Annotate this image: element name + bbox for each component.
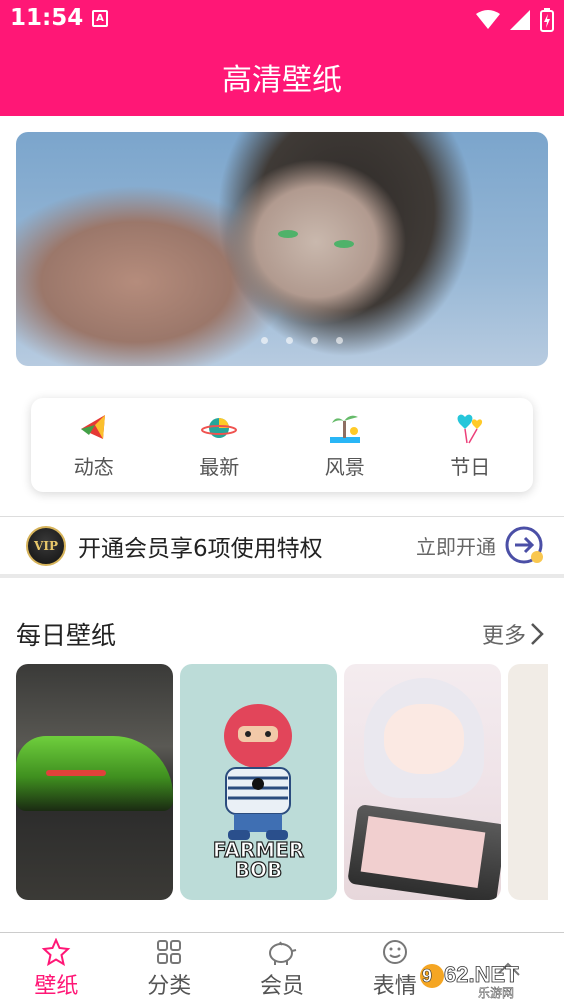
- nav-tab-label: 会员: [259, 973, 304, 999]
- nav-tab-wallpaper[interactable]: 壁纸: [0, 933, 113, 1004]
- banner-carousel[interactable]: [16, 132, 548, 366]
- quick-item-newest[interactable]: 最新: [157, 398, 283, 492]
- more-link[interactable]: 更多: [482, 618, 544, 650]
- nav-tab-label: 壁纸: [34, 973, 79, 999]
- smiley-icon: [382, 939, 407, 964]
- main-content: 动态 最新 风景 节日 VIP 开通会员享6项使用特权 立即开通 每日壁纸 更多…: [0, 116, 564, 932]
- star-icon: [42, 937, 71, 966]
- palm-tree-icon: [329, 415, 360, 443]
- daily-wallpaper-list: FARMER BOB: [16, 664, 548, 900]
- car-taillight: [46, 770, 106, 776]
- quick-categories: 动态 最新 风景 节日: [31, 398, 533, 492]
- quick-item-label: 最新: [199, 454, 240, 479]
- banner-art-detail: [334, 240, 354, 248]
- wifi-icon: [476, 10, 500, 29]
- vip-open-link[interactable]: 立即开通: [416, 531, 496, 560]
- arrow-right-circle-icon[interactable]: [504, 525, 546, 567]
- chevron-right-icon: [531, 623, 544, 645]
- status-bar: 11:54 A: [0, 0, 564, 38]
- farmer-bob-line1: FARMER: [212, 838, 305, 862]
- svg-text:乐游网: 乐游网: [478, 986, 514, 1000]
- carousel-dot[interactable]: [311, 337, 318, 344]
- vip-promo-bar[interactable]: VIP 开通会员享6项使用特权 立即开通: [0, 516, 564, 578]
- piggy-bank-icon: [268, 940, 297, 965]
- app-bar: 高清壁纸: [0, 38, 564, 116]
- status-time: 11:54: [10, 5, 84, 31]
- vip-promo-text: 开通会员享6项使用特权: [78, 535, 323, 562]
- carousel-dot[interactable]: [286, 337, 293, 344]
- nav-tab-member[interactable]: 会员: [226, 933, 339, 1004]
- carousel-dot[interactable]: [261, 337, 268, 344]
- planet-icon: [201, 417, 238, 438]
- wallpaper-thumbnail[interactable]: [16, 664, 173, 900]
- notification-icon: A: [92, 10, 108, 27]
- section-title: 每日壁纸: [16, 621, 117, 650]
- signal-icon: [510, 10, 530, 30]
- wallpaper-thumbnail[interactable]: [508, 664, 548, 900]
- farmer-bob-line2: BOB: [234, 858, 283, 882]
- quick-item-scenery[interactable]: 风景: [282, 398, 408, 492]
- nav-tab-label: 表情: [372, 973, 417, 999]
- quick-item-label: 风景: [324, 454, 365, 479]
- banner-art-detail: [278, 230, 298, 238]
- quick-item-dynamic[interactable]: 动态: [31, 398, 157, 492]
- svg-text:62.NET: 62.NET: [444, 962, 519, 987]
- vip-badge: VIP: [26, 525, 66, 566]
- balloon-hearts-icon: [457, 414, 483, 443]
- anime-face: [384, 704, 464, 774]
- battery-icon: [540, 8, 554, 32]
- kite-icon: [80, 414, 105, 439]
- page-title: 高清壁纸: [222, 63, 342, 98]
- wallpaper-thumbnail[interactable]: FARMER BOB: [180, 664, 337, 900]
- more-label: 更多: [481, 624, 526, 649]
- bottom-navigation: 壁纸 分类 会员 表情 9 62.NET 乐游网: [0, 932, 564, 1004]
- nav-tab-category[interactable]: 分类: [113, 933, 226, 1004]
- farmer-bob-logo: FARMER BOB: [180, 838, 337, 882]
- svg-text:9: 9: [422, 966, 432, 986]
- grid-icon: [157, 939, 182, 964]
- carousel-dot[interactable]: [336, 337, 343, 344]
- carousel-indicator: [261, 337, 343, 344]
- quick-item-label: 动态: [73, 454, 114, 479]
- quick-item-label: 节日: [450, 454, 491, 479]
- quick-item-holiday[interactable]: 节日: [408, 398, 534, 492]
- nav-tab-label: 分类: [147, 973, 192, 999]
- site-watermark-logo: 9 62.NET 乐游网: [420, 962, 520, 1000]
- wallpaper-thumbnail[interactable]: [344, 664, 501, 900]
